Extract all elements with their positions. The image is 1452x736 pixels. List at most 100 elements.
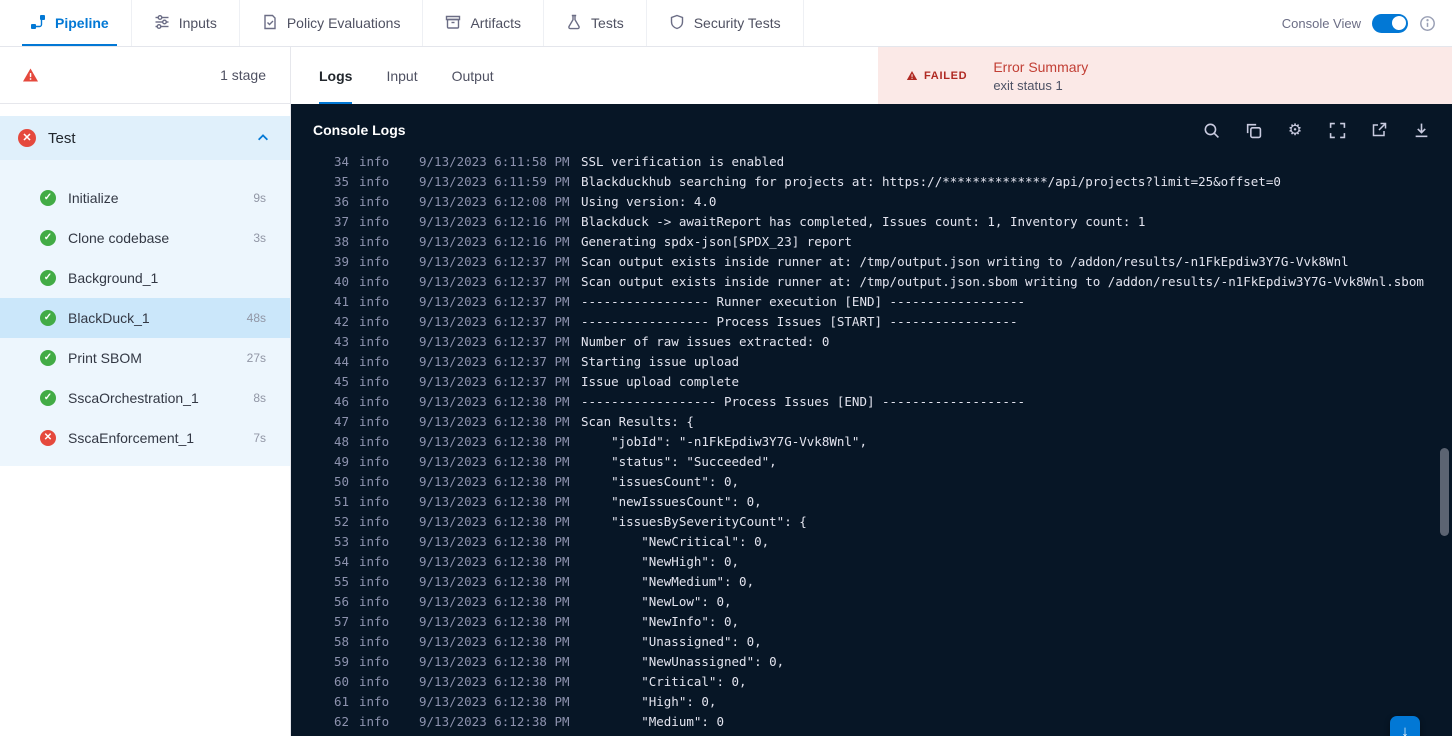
copy-icon[interactable] bbox=[1244, 121, 1262, 139]
step-item[interactable]: ✕ SscaEnforcement_1 7s bbox=[0, 418, 290, 458]
step-item[interactable]: ✓ Background_1 bbox=[0, 258, 290, 298]
search-icon[interactable] bbox=[1202, 121, 1220, 139]
step-success-icon: ✓ bbox=[40, 390, 56, 406]
log-message: Scan Results: { bbox=[581, 414, 694, 429]
log-level: info bbox=[359, 494, 390, 509]
log-timestamp: 9/13/2023 6:12:38 PM bbox=[419, 674, 570, 689]
top-nav: Pipeline Inputs Policy Evaluations Artif… bbox=[0, 0, 1452, 47]
fullscreen-icon[interactable] bbox=[1328, 121, 1346, 139]
log-message: "NewCritical": 0, bbox=[581, 534, 770, 549]
log-timestamp: 9/13/2023 6:12:38 PM bbox=[419, 634, 570, 649]
log-message: Scan output exists inside runner at: /tm… bbox=[581, 274, 1424, 289]
tab-policy-evaluations[interactable]: Policy Evaluations bbox=[240, 0, 424, 46]
log-lines: 34 info 9/13/2023 6:11:58 PM SSL verificati… bbox=[291, 156, 1452, 736]
policy-check-icon bbox=[262, 14, 278, 33]
error-summary-banner: FAILED Error Summary exit status 1 bbox=[878, 47, 1452, 104]
log-timestamp: 9/13/2023 6:12:37 PM bbox=[419, 334, 570, 349]
log-line-number: 55 bbox=[333, 574, 349, 589]
step-item[interactable]: ✓ Initialize 9s bbox=[0, 178, 290, 218]
step-success-icon: ✓ bbox=[40, 190, 56, 206]
log-line-number: 54 bbox=[333, 554, 349, 569]
log-line: 34 info 9/13/2023 6:11:58 PM SSL verificati… bbox=[331, 156, 1452, 172]
log-timestamp: 9/13/2023 6:12:37 PM bbox=[419, 354, 570, 369]
scroll-to-bottom-button[interactable]: ↓ bbox=[1390, 716, 1420, 736]
log-line-number: 42 bbox=[333, 314, 349, 329]
step-duration: 3s bbox=[253, 231, 266, 245]
log-timestamp: 9/13/2023 6:11:59 PM bbox=[419, 174, 570, 189]
log-message: "newIssuesCount": 0, bbox=[581, 494, 762, 509]
log-message: "NewUnassigned": 0, bbox=[581, 654, 785, 669]
log-line: 52 info 9/13/2023 6:12:38 PM "issuesBySeve… bbox=[331, 512, 1452, 532]
console-panel: Console Logs ⚙ 34 info 9/13/2023 6:11:58… bbox=[291, 104, 1452, 736]
log-timestamp: 9/13/2023 6:12:38 PM bbox=[419, 694, 570, 709]
log-timestamp: 9/13/2023 6:12:37 PM bbox=[419, 294, 570, 309]
download-icon[interactable] bbox=[1412, 121, 1430, 139]
log-line-number: 39 bbox=[333, 254, 349, 269]
steps-list: ✓ Initialize 9s ✓ Clone codebase 3s ✓ Backgroun… bbox=[0, 160, 290, 458]
step-success-icon: ✓ bbox=[40, 350, 56, 366]
log-message: Blackduck -> awaitReport has completed, … bbox=[581, 214, 1146, 229]
log-timestamp: 9/13/2023 6:12:38 PM bbox=[419, 554, 570, 569]
console-scrollbar-thumb[interactable] bbox=[1440, 448, 1449, 536]
tab-security-tests[interactable]: Security Tests bbox=[647, 0, 804, 46]
main-panel: Logs Input Output FAILED Error Summary e… bbox=[291, 47, 1452, 736]
tab-tests[interactable]: Tests bbox=[544, 0, 647, 46]
log-timestamp: 9/13/2023 6:12:38 PM bbox=[419, 474, 570, 489]
info-icon[interactable] bbox=[1419, 15, 1436, 32]
log-line-number: 52 bbox=[333, 514, 349, 529]
log-level: info bbox=[359, 274, 390, 289]
tab-output[interactable]: Output bbox=[452, 47, 494, 104]
log-level: info bbox=[359, 714, 390, 729]
execution-sidebar: 1 stage ✕ Test ✓ Initialize 9s ✓ Clone codeb… bbox=[0, 47, 291, 736]
log-level: info bbox=[359, 514, 390, 529]
content-area: 1 stage ✕ Test ✓ Initialize 9s ✓ Clone codeb… bbox=[0, 47, 1452, 736]
step-failed-icon: ✕ bbox=[40, 430, 56, 446]
step-item[interactable]: ✓ SscaOrchestration_1 8s bbox=[0, 378, 290, 418]
step-name: BlackDuck_1 bbox=[68, 310, 150, 326]
log-line: 47 info 9/13/2023 6:12:38 PM Scan Results: … bbox=[331, 412, 1452, 432]
step-success-icon: ✓ bbox=[40, 270, 56, 286]
log-view-tabs: Logs Input Output bbox=[291, 47, 878, 104]
log-level: info bbox=[359, 634, 390, 649]
step-name: SscaEnforcement_1 bbox=[68, 430, 195, 446]
console-toolbar: ⚙ bbox=[1202, 121, 1430, 139]
failed-badge: FAILED bbox=[906, 70, 967, 82]
log-message: ----------------- Runner execution [END]… bbox=[581, 294, 1026, 309]
external-link-icon[interactable] bbox=[1370, 121, 1388, 139]
chevron-up-icon[interactable] bbox=[256, 131, 270, 145]
log-line: 55 info 9/13/2023 6:12:38 PM "NewMedium": … bbox=[331, 572, 1452, 592]
log-message: Number of raw issues extracted: 0 bbox=[581, 334, 830, 349]
log-level: info bbox=[359, 474, 390, 489]
step-item[interactable]: ✓ BlackDuck_1 48s bbox=[0, 298, 290, 338]
log-line: 36 info 9/13/2023 6:12:08 PM Using version:… bbox=[331, 192, 1452, 212]
stage-header-test[interactable]: ✕ Test bbox=[0, 116, 290, 160]
failed-triangle-icon bbox=[906, 71, 918, 80]
log-timestamp: 9/13/2023 6:12:37 PM bbox=[419, 254, 570, 269]
log-line: 43 info 9/13/2023 6:12:37 PM Number of raw … bbox=[331, 332, 1452, 352]
log-message: "Critical": 0, bbox=[581, 674, 747, 689]
shield-icon bbox=[669, 14, 685, 33]
log-message: ----------------- Process Issues [START]… bbox=[581, 314, 1018, 329]
log-line: 50 info 9/13/2023 6:12:38 PM "issuesCount"… bbox=[331, 472, 1452, 492]
log-timestamp: 9/13/2023 6:12:38 PM bbox=[419, 494, 570, 509]
tab-logs[interactable]: Logs bbox=[319, 47, 353, 104]
tab-artifacts[interactable]: Artifacts bbox=[423, 0, 545, 46]
step-item[interactable]: ✓ Print SBOM 27s bbox=[0, 338, 290, 378]
log-message: "NewHigh": 0, bbox=[581, 554, 740, 569]
log-timestamp: 9/13/2023 6:12:38 PM bbox=[419, 654, 570, 669]
log-message: ------------------ Process Issues [END] … bbox=[581, 394, 1026, 409]
settings-gear-icon[interactable]: ⚙ bbox=[1286, 121, 1304, 139]
log-line: 41 info 9/13/2023 6:12:37 PM --------------… bbox=[331, 292, 1452, 312]
tab-input[interactable]: Input bbox=[386, 47, 417, 104]
log-line-number: 44 bbox=[333, 354, 349, 369]
tab-pipeline[interactable]: Pipeline bbox=[8, 0, 132, 46]
log-line: 42 info 9/13/2023 6:12:37 PM --------------… bbox=[331, 312, 1452, 332]
tab-inputs[interactable]: Inputs bbox=[132, 0, 240, 46]
flask-icon bbox=[566, 14, 582, 33]
step-item[interactable]: ✓ Clone codebase 3s bbox=[0, 218, 290, 258]
console-view-toggle[interactable] bbox=[1372, 13, 1408, 33]
error-summary-message: exit status 1 bbox=[993, 77, 1063, 93]
log-message: "NewMedium": 0, bbox=[581, 574, 755, 589]
log-line-number: 48 bbox=[333, 434, 349, 449]
log-timestamp: 9/13/2023 6:12:38 PM bbox=[419, 614, 570, 629]
